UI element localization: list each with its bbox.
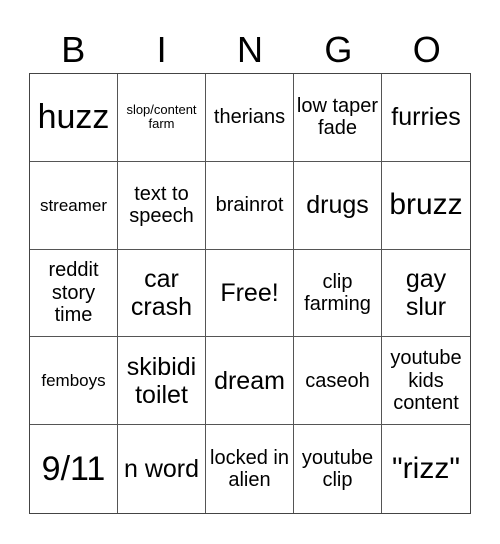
free-space-cell[interactable]: Free! [206,249,294,338]
cell-text: Free! [220,278,279,307]
bingo-cell[interactable]: streamer [30,161,118,250]
bingo-cell[interactable]: low taper fade [294,74,382,162]
cell-text: furries [391,103,461,132]
cell-text: reddit story time [48,259,99,327]
bingo-cell[interactable]: youtube kids content [382,337,470,426]
header-letter-i: I [156,29,167,70]
bingo-cell[interactable]: huzz [30,74,118,162]
cell-text: youtube clip [301,446,374,492]
cell-text: bruzz [389,188,463,222]
cell-text: femboys [41,371,106,391]
bingo-cell[interactable]: reddit story time [30,249,118,338]
header-letter-g: G [324,29,353,70]
bingo-cell[interactable]: caseoh [294,337,382,426]
bingo-cell[interactable]: brainrot [206,161,294,250]
cell-text: streamer [39,195,108,215]
cell-text: low taper fade [296,95,379,140]
cell-text: youtube kids content [390,347,462,414]
bingo-header: B I N G O [29,28,471,72]
header-letter-b: B [61,29,86,70]
cell-text: drugs [306,191,369,220]
cell-text: n word [123,455,200,484]
cell-text: brainrot [215,194,284,216]
bingo-card-grid: huzz slop/content farm therians low tape… [29,73,471,514]
header-letter-n: N [236,29,263,70]
bingo-cell[interactable]: dream [206,337,294,426]
bingo-cell[interactable]: youtube clip [294,425,382,513]
bingo-cell[interactable]: locked in alien [206,425,294,513]
cell-text: caseoh [305,369,370,392]
cell-text: 9/11 [41,450,106,489]
bingo-cell[interactable]: furries [382,74,470,162]
bingo-cell[interactable]: text to speech [118,161,206,250]
bingo-cell[interactable]: drugs [294,161,382,250]
cell-text: clip farming [304,270,371,315]
bingo-cell[interactable]: 9/11 [30,425,118,513]
bingo-cell[interactable]: therians [206,74,294,162]
cell-text: skibidi toilet [126,352,197,409]
cell-text: dream [214,366,285,395]
bingo-cell[interactable]: "rizz" [382,425,470,513]
bingo-cell[interactable]: bruzz [382,162,470,250]
cell-text: huzz [37,98,110,137]
bingo-cell[interactable]: gay slur [382,250,470,338]
cell-text: slop/content farm [126,101,197,132]
cell-text: gay slur [405,264,447,321]
bingo-cell[interactable]: clip farming [294,249,382,338]
bingo-cell[interactable]: car crash [118,249,206,338]
bingo-cell[interactable]: skibidi toilet [118,337,206,426]
bingo-cell[interactable]: femboys [30,337,118,426]
bingo-cell[interactable]: n word [118,425,206,513]
header-letter-o: O [412,29,441,70]
cell-text: locked in alien [210,446,289,492]
cell-text: text to speech [129,182,194,228]
bingo-cell[interactable]: slop/content farm [118,74,206,162]
cell-text: therians [213,106,286,129]
cell-text: car crash [130,264,193,321]
cell-text: "rizz" [392,452,460,486]
